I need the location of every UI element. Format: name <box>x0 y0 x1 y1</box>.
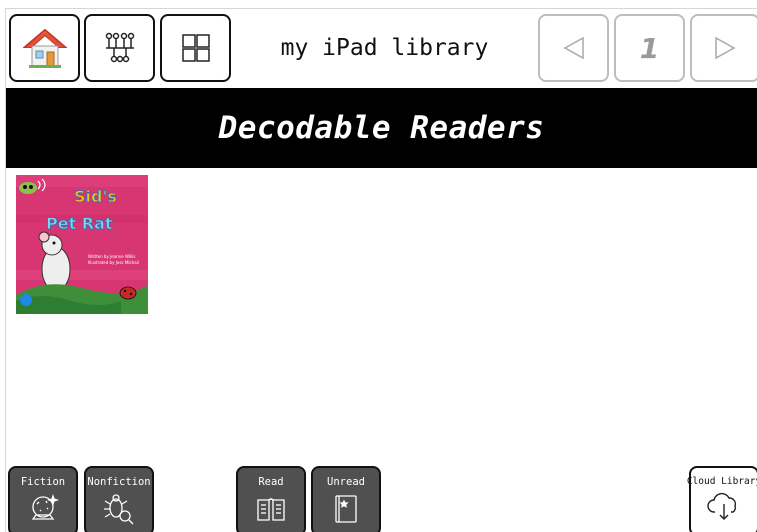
crystal-ball-icon <box>31 493 60 520</box>
fiction-filter-button[interactable]: Fiction <box>8 466 78 532</box>
unread-filter-button[interactable]: Unread <box>311 466 381 532</box>
prev-page-button[interactable] <box>538 14 609 82</box>
next-arrow-icon <box>715 36 736 60</box>
book-title-line1: Sid's <box>74 187 117 206</box>
closed-book-icon <box>335 495 357 523</box>
category-banner: Decodable Readers <box>6 88 757 168</box>
next-page-button[interactable] <box>690 14 757 82</box>
prev-arrow-icon <box>562 36 584 60</box>
nonfiction-label: Nonfiction <box>87 476 151 488</box>
book-title-line2: Pet Rat <box>46 214 113 233</box>
book-cover[interactable]: Sid's Pet Rat Written by Jeanne Willis I… <box>16 175 148 314</box>
nonfiction-filter-button[interactable]: Nonfiction <box>84 466 154 532</box>
grid-view-button[interactable] <box>160 14 231 82</box>
switch-button[interactable] <box>84 14 155 82</box>
page-number: 1 <box>639 31 660 65</box>
book-cover-art: Sid's Pet Rat Written by Jeanne Willis I… <box>16 175 148 314</box>
page-number-indicator: 1 <box>614 14 685 82</box>
switch-icon <box>105 32 134 63</box>
grid-icon <box>181 34 210 62</box>
home-icon <box>22 28 67 68</box>
read-label: Read <box>258 476 284 488</box>
cloud-download-icon <box>707 492 737 520</box>
open-book-icon <box>257 498 285 521</box>
category-title: Decodable Readers <box>218 110 545 146</box>
home-button[interactable] <box>9 14 80 82</box>
book-author: Written by Jeanne Willis <box>88 254 135 259</box>
unread-label: Unread <box>327 476 365 488</box>
cloud-library-label: Cloud Library <box>686 476 757 487</box>
app-title: my iPad library <box>280 35 489 61</box>
bug-magnifier-icon <box>104 494 134 525</box>
book-illustrator: Illustrated by Jess Mikhail <box>88 260 139 265</box>
fiction-label: Fiction <box>20 476 66 488</box>
read-filter-button[interactable]: Read <box>236 466 306 532</box>
cloud-library-button[interactable]: Cloud Library <box>686 466 757 532</box>
